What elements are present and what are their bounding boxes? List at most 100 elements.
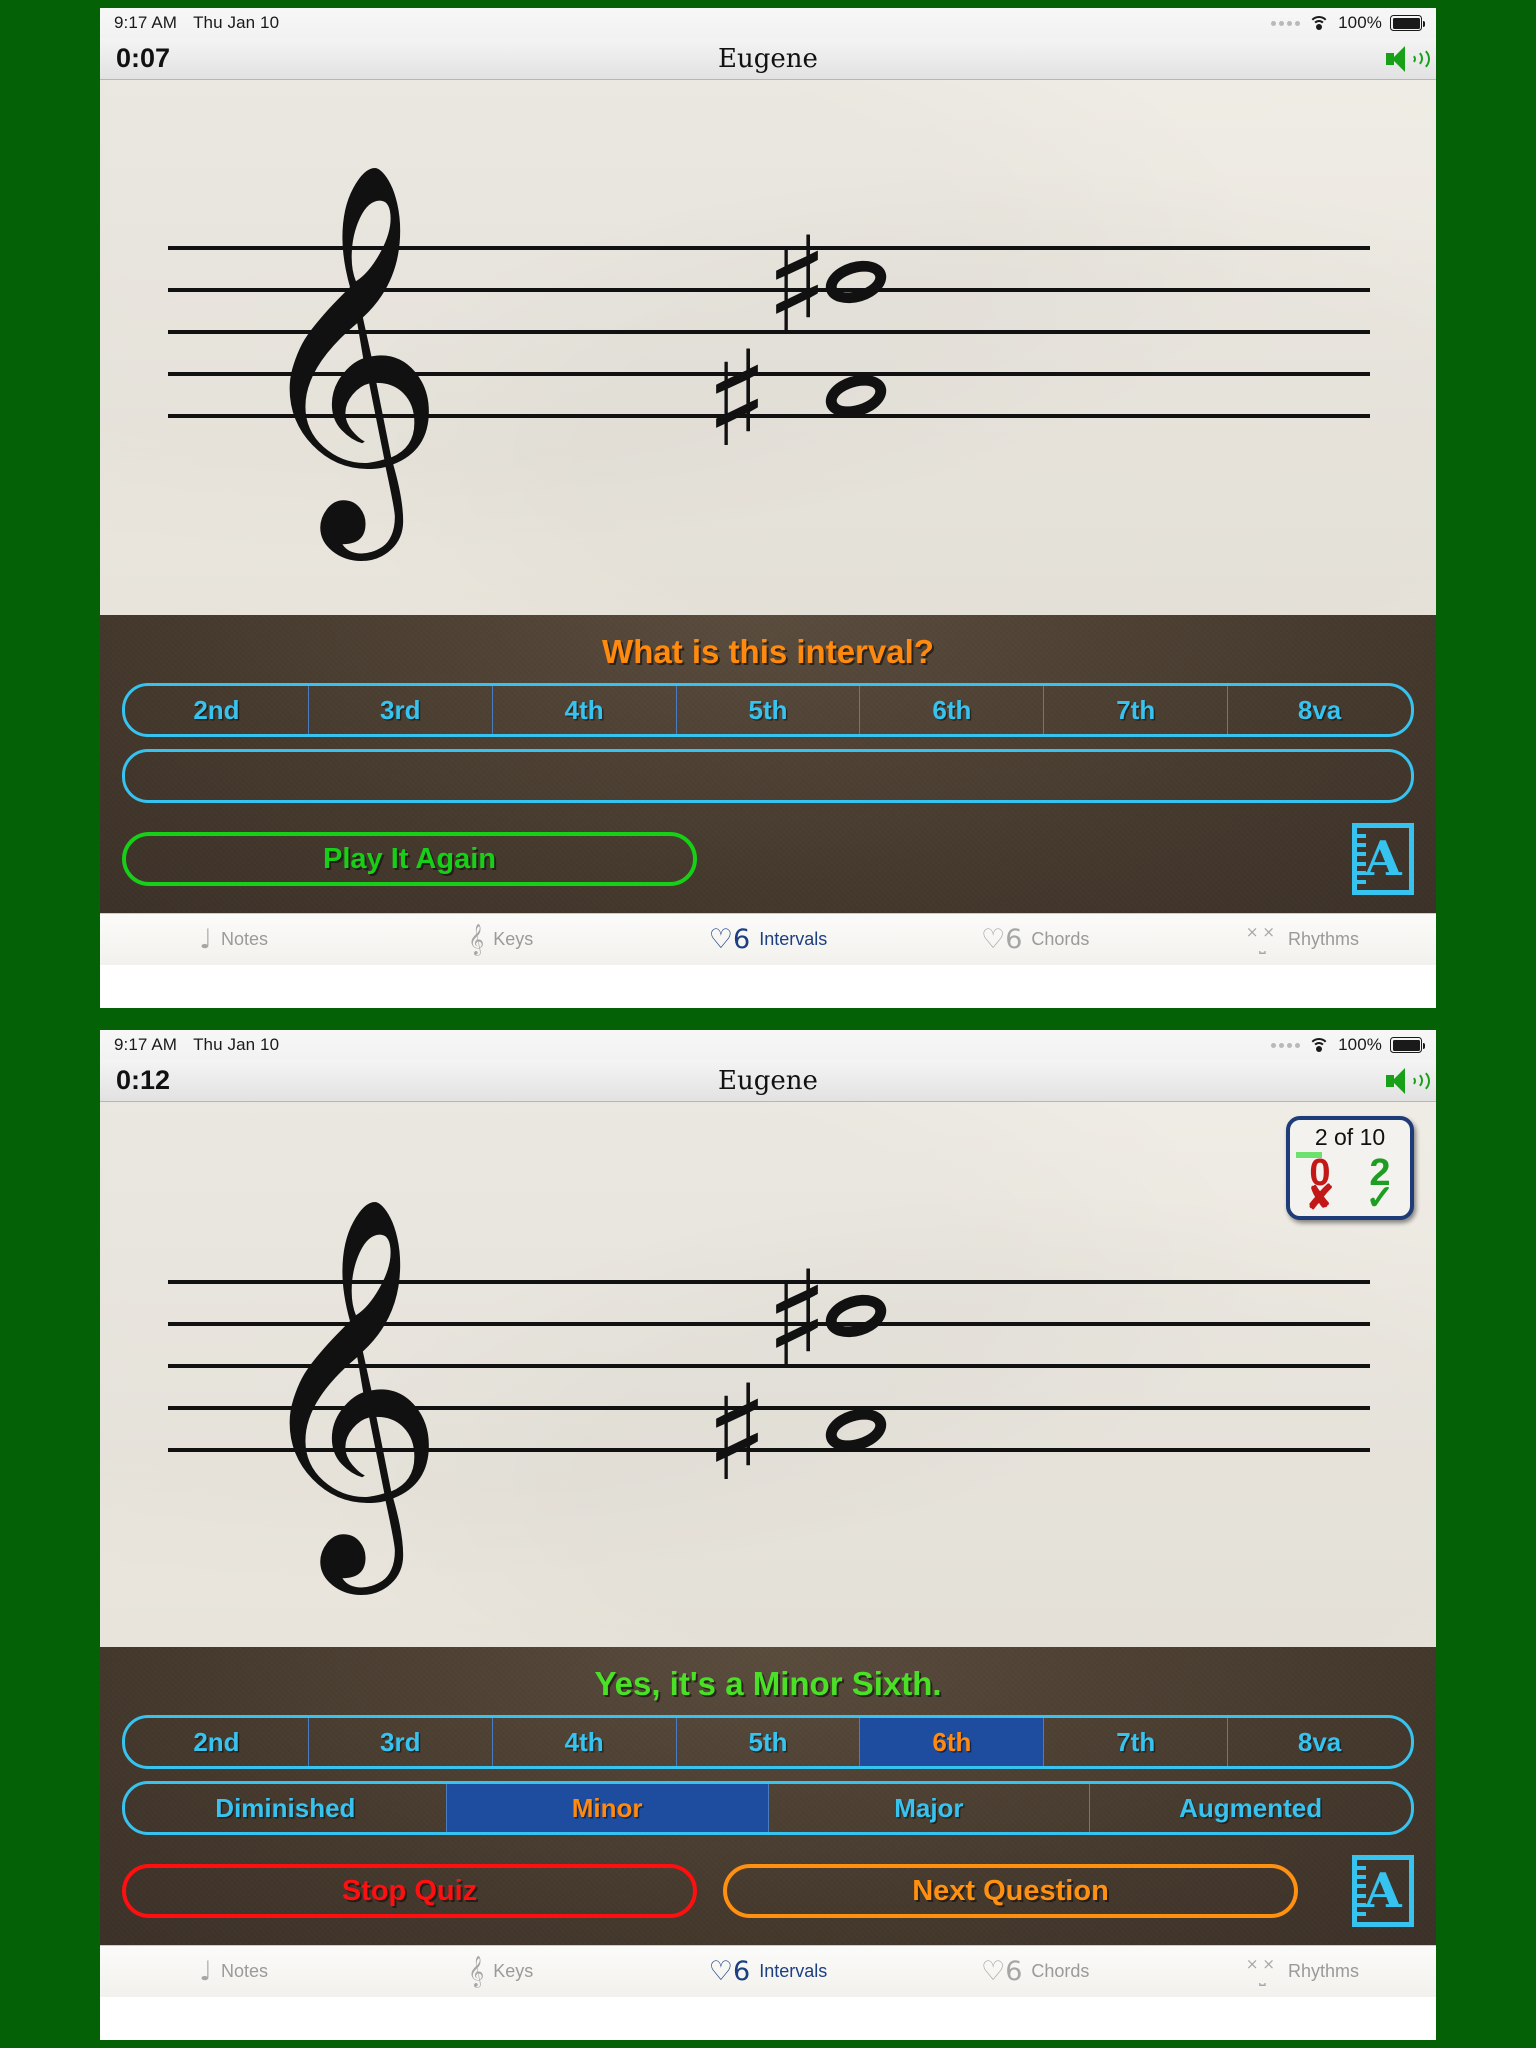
interval-option-7th[interactable]: 7th — [1044, 1718, 1229, 1766]
chord-icon: ♡6 — [981, 924, 1023, 955]
tab-label: Chords — [1031, 1961, 1090, 1981]
interval-quality-selector[interactable]: Diminished Minor Major Augmented — [122, 1781, 1414, 1835]
treble-clef-icon: 𝄞 — [468, 1956, 485, 1987]
quiz-prompt: Yes, it's a Minor Sixth. — [594, 1665, 942, 1702]
tab-label: Rhythms — [1287, 929, 1359, 949]
status-time: 9:17 AM — [114, 13, 178, 32]
battery-percent: 100% — [1338, 13, 1382, 32]
wifi-icon — [1308, 15, 1330, 31]
sharp-accidental-icon: ♯ — [765, 209, 829, 363]
interval-option-2nd[interactable]: 2nd — [125, 1718, 309, 1766]
interval-option-4th[interactable]: 4th — [493, 686, 677, 734]
book-icon-letter: A — [1364, 1863, 1402, 1919]
interval-option-5th[interactable]: 5th — [677, 1718, 861, 1766]
tab-intervals[interactable]: ♡6 Intervals — [634, 1958, 901, 1985]
tab-label: Intervals — [759, 1961, 828, 1981]
tab-label: Keys — [493, 929, 534, 949]
tab-bar[interactable]: ♩ Notes 𝄞 Keys ♡6 Intervals ♡6 Chords ×× ⎵ Rhythms — [100, 913, 1436, 965]
score-progress: 2 of 10 — [1314, 1124, 1386, 1150]
tab-intervals[interactable]: ♡6 Intervals — [634, 926, 901, 953]
tab-chords[interactable]: ♡6 Chords — [902, 1958, 1169, 1985]
interval-option-7th[interactable]: 7th — [1044, 686, 1229, 734]
music-staff-area: 𝄞 ♯ ♯ — [100, 80, 1436, 615]
tab-label: Notes — [220, 929, 268, 949]
speaker-icon[interactable] — [1386, 1067, 1430, 1095]
speaker-icon[interactable] — [1386, 45, 1430, 73]
interval-option-6th[interactable]: 6th — [860, 1718, 1045, 1766]
glossary-book-icon[interactable]: A — [1352, 1855, 1414, 1927]
interval-option-3rd[interactable]: 3rd — [309, 686, 493, 734]
sharp-accidental-icon: ♯ — [705, 1357, 769, 1511]
wifi-icon — [1308, 1037, 1330, 1053]
nav-bar: 0:12 Eugene — [100, 1060, 1436, 1102]
treble-clef-icon: 𝄞 — [250, 159, 446, 543]
tab-chords[interactable]: ♡6 Chords — [902, 926, 1169, 953]
tab-bar[interactable]: ♩ Notes 𝄞 Keys ♡6 Intervals ♡6 Chords ×× ⎵ Rhythms — [100, 1945, 1436, 1997]
book-icon-letter: A — [1364, 831, 1402, 887]
quiz-panel: What is this interval? 2nd 3rd 4th 5th 6th 7t… — [100, 615, 1436, 913]
tab-rhythms[interactable]: ×× ⎵ Rhythms — [1169, 925, 1436, 954]
glossary-book-icon[interactable]: A — [1352, 823, 1414, 895]
interval-number-selector[interactable]: 2nd 3rd 4th 5th 6th 7th 8va — [122, 1715, 1414, 1769]
tab-label: Intervals — [759, 929, 828, 949]
score-progress-bar — [1290, 1152, 1410, 1158]
rhythm-icon: ×× ⎵ — [1245, 923, 1279, 955]
battery-icon — [1390, 15, 1425, 31]
quiz-panel: Yes, it's a Minor Sixth. 2nd 3rd 4th 5th 6th… — [100, 1647, 1436, 1945]
play-again-button[interactable]: Play It Again — [122, 832, 697, 886]
nav-bar: 0:07 Eugene — [100, 38, 1436, 80]
screenshot-panel-top: 9:17 AM Thu Jan 10 100% 0:07 Eugene 𝄞 ♯ … — [100, 8, 1436, 1008]
chord-icon: ♡6 — [981, 1956, 1023, 1987]
signal-dots-icon — [1271, 1042, 1301, 1048]
score-right: 2 ✓ — [1365, 1154, 1395, 1217]
treble-clef-icon: 𝄞 — [468, 924, 485, 955]
cross-icon: ✘ — [1305, 1178, 1335, 1217]
interval-option-4th[interactable]: 4th — [493, 1718, 677, 1766]
status-bar: 9:17 AM Thu Jan 10 100% — [100, 1030, 1436, 1060]
tab-label: Chords — [1031, 929, 1090, 949]
score-wrong: 0 ✘ — [1305, 1154, 1335, 1217]
status-time: 9:17 AM — [114, 1035, 178, 1054]
tab-label: Keys — [493, 1961, 534, 1981]
battery-percent: 100% — [1338, 1035, 1382, 1054]
tab-label: Notes — [220, 1961, 268, 1981]
action-button-row: Play It Again A — [122, 815, 1414, 909]
page-title: Eugene — [718, 1065, 818, 1096]
quarter-note-icon: ♩ — [199, 924, 212, 955]
quality-option-augmented[interactable]: Augmented — [1090, 1784, 1411, 1832]
quality-option-minor[interactable]: Minor — [446, 1784, 769, 1832]
screenshot-panel-bottom: 9:17 AM Thu Jan 10 100% 0:12 Eugene 𝄞 ♯ … — [100, 1030, 1436, 2040]
rhythm-icon: ×× ⎵ — [1245, 1955, 1279, 1987]
action-button-row: Stop Quiz Next Question A — [122, 1847, 1414, 1941]
status-date: Thu Jan 10 — [193, 1035, 280, 1054]
interval-quality-selector[interactable] — [122, 749, 1414, 803]
stop-quiz-button[interactable]: Stop Quiz — [122, 1864, 697, 1918]
battery-icon — [1390, 1037, 1425, 1053]
signal-dots-icon — [1271, 20, 1301, 26]
status-date: Thu Jan 10 — [193, 13, 280, 32]
tab-keys[interactable]: 𝄞 Keys — [367, 1958, 634, 1985]
page-title: Eugene — [718, 43, 818, 74]
tab-keys[interactable]: 𝄞 Keys — [367, 926, 634, 953]
interval-option-5th[interactable]: 5th — [677, 686, 861, 734]
status-bar: 9:17 AM Thu Jan 10 100% — [100, 8, 1436, 38]
quality-option-major[interactable]: Major — [769, 1784, 1091, 1832]
interval-option-8va[interactable]: 8va — [1228, 1718, 1411, 1766]
interval-option-6th[interactable]: 6th — [860, 686, 1045, 734]
interval-option-3rd[interactable]: 3rd — [309, 1718, 493, 1766]
tab-label: Rhythms — [1287, 1961, 1359, 1981]
quality-option-diminished[interactable]: Diminished — [125, 1784, 447, 1832]
tab-rhythms[interactable]: ×× ⎵ Rhythms — [1169, 1957, 1436, 1986]
quarter-note-icon: ♩ — [199, 1956, 212, 1987]
sharp-accidental-icon: ♯ — [765, 1243, 829, 1397]
music-staff-area: 𝄞 ♯ ♯ 2 of 10 0 ✘ 2 ✓ — [100, 1102, 1436, 1647]
score-badge: 2 of 10 0 ✘ 2 ✓ — [1286, 1116, 1414, 1220]
next-question-button[interactable]: Next Question — [723, 1864, 1298, 1918]
check-icon: ✓ — [1365, 1178, 1395, 1217]
tab-notes[interactable]: ♩ Notes — [100, 926, 367, 953]
interval-number-selector[interactable]: 2nd 3rd 4th 5th 6th 7th 8va — [122, 683, 1414, 737]
interval-option-8va[interactable]: 8va — [1228, 686, 1411, 734]
tab-notes[interactable]: ♩ Notes — [100, 1958, 367, 1985]
interval-option-2nd[interactable]: 2nd — [125, 686, 309, 734]
interval-icon: ♡6 — [708, 1956, 751, 1987]
